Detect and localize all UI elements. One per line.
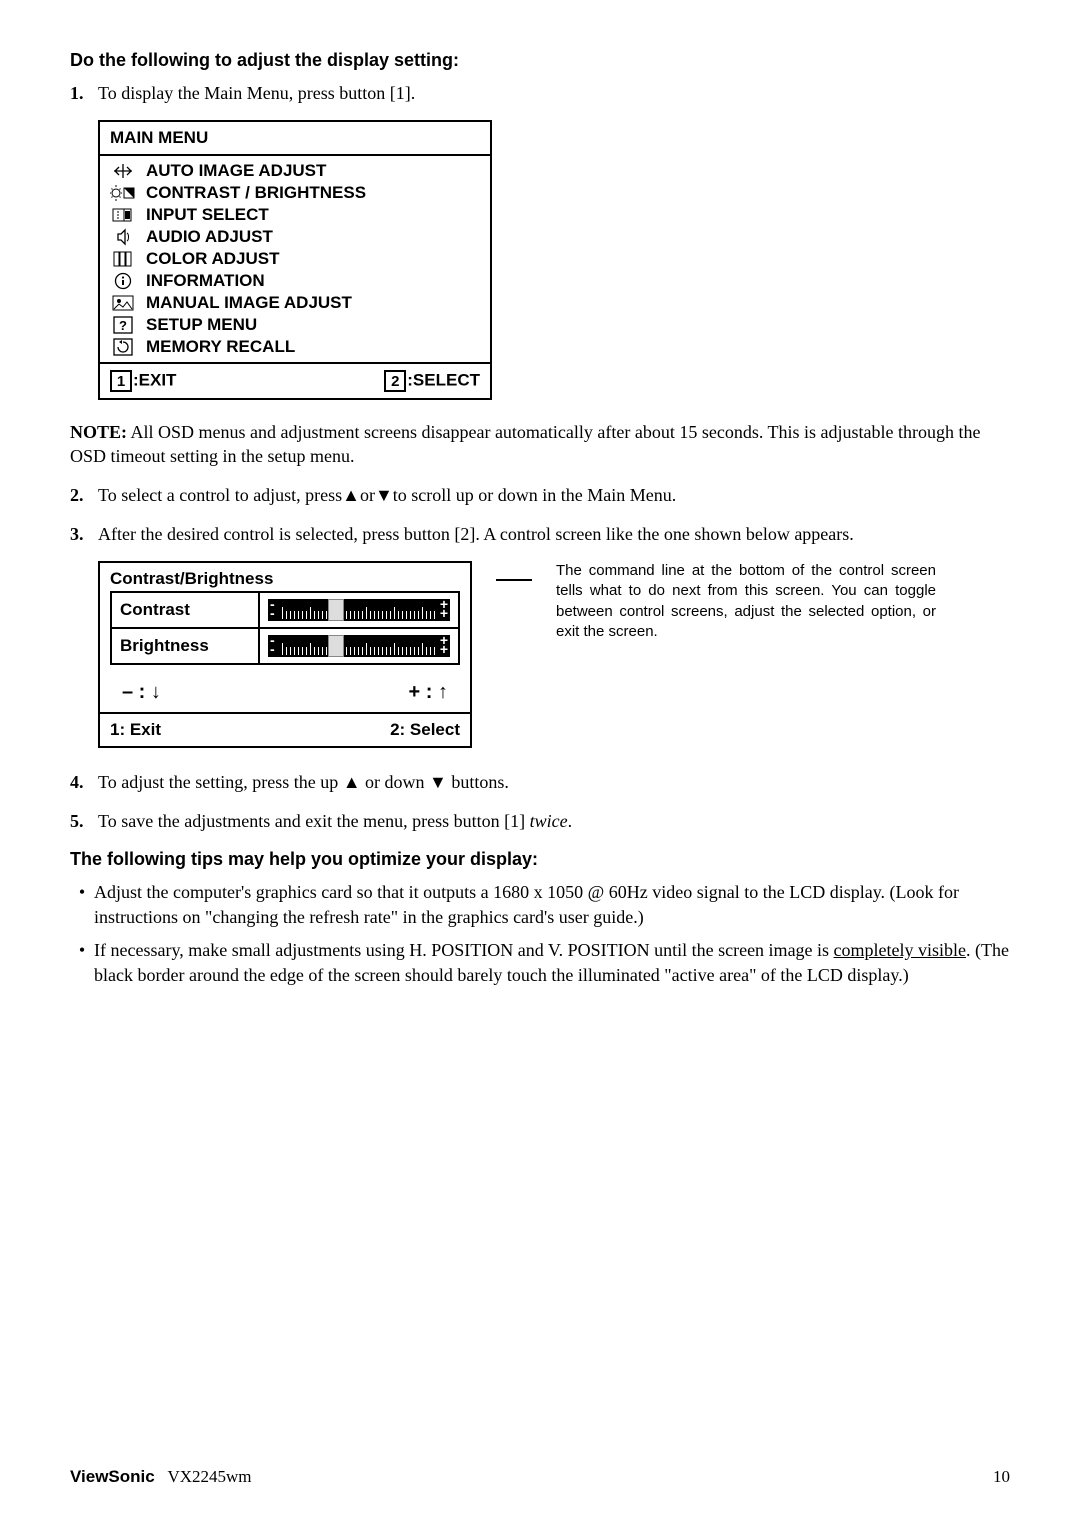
step-number: 1. [70, 81, 98, 106]
callout-leader-line [496, 579, 532, 581]
tip-text: If necessary, make small adjustments usi… [94, 938, 1010, 988]
footer-exit: 1: Exit [110, 720, 161, 740]
memory-recall-icon [110, 337, 136, 357]
bullet-icon: • [70, 938, 94, 988]
svg-text:?: ? [119, 318, 127, 333]
main-menu-footer: 1:EXIT 2:SELECT [100, 362, 490, 398]
information-icon [110, 271, 136, 291]
tip-item: • If necessary, make small adjustments u… [70, 938, 1010, 988]
menu-item-label: MANUAL IMAGE ADJUST [146, 293, 352, 313]
increase-hint: + : ↑ [409, 681, 448, 704]
step-text: After the desired control is selected, p… [98, 522, 1010, 547]
step-number: 2. [70, 483, 98, 508]
control-panel-title: Contrast/Brightness [100, 563, 470, 591]
decrease-hint: – : ↓ [122, 681, 161, 704]
auto-image-adjust-icon [110, 161, 136, 181]
menu-item-manual-image-adjust: MANUAL IMAGE ADJUST [110, 292, 480, 314]
menu-item-contrast-brightness: CONTRAST / BRIGHTNESS [110, 182, 480, 204]
note-text: All OSD menus and adjustment screens dis… [70, 422, 981, 466]
step-3: 3. After the desired control is selected… [70, 522, 1010, 547]
menu-item-setup-menu: ? SETUP MENU [110, 314, 480, 336]
tip-text: Adjust the computer's graphics card so t… [94, 880, 1010, 930]
control-panel: Contrast/Brightness Contrast -- ++ [98, 561, 472, 748]
brightness-slider: -- ++ [259, 628, 459, 664]
contrast-label: Contrast [111, 592, 259, 628]
step-1: 1. To display the Main Menu, press butto… [70, 81, 1010, 106]
input-select-icon [110, 205, 136, 225]
note-paragraph: NOTE: All OSD menus and adjustment scree… [70, 420, 1010, 469]
footer-model: VX2245wm [167, 1467, 251, 1486]
menu-item-label: COLOR ADJUST [146, 249, 280, 269]
menu-item-label: SETUP MENU [146, 315, 257, 335]
step-number: 4. [70, 770, 98, 795]
brightness-label: Brightness [111, 628, 259, 664]
menu-item-label: INPUT SELECT [146, 205, 269, 225]
control-panel-footer: 1: Exit 2: Select [100, 712, 470, 746]
menu-item-information: INFORMATION [110, 270, 480, 292]
contrast-brightness-icon [110, 183, 136, 203]
key-2-icon: 2 [384, 370, 406, 392]
color-adjust-icon [110, 249, 136, 269]
step-text: To select a control to adjust, press▲or▼… [98, 483, 1010, 508]
contrast-slider: -- ++ [259, 592, 459, 628]
footer-brand: ViewSonic [70, 1467, 155, 1486]
select-label: :SELECT [407, 371, 480, 390]
audio-adjust-icon [110, 227, 136, 247]
step-4: 4. To adjust the setting, press the up ▲… [70, 770, 1010, 795]
step-text: To adjust the setting, press the up ▲ or… [98, 770, 1010, 795]
menu-item-auto-image-adjust: AUTO IMAGE ADJUST [110, 160, 480, 182]
main-menu-title: MAIN MENU [100, 122, 490, 156]
step-text: To display the Main Menu, press button [… [98, 81, 1010, 106]
step-2: 2. To select a control to adjust, press▲… [70, 483, 1010, 508]
menu-item-label: AUTO IMAGE ADJUST [146, 161, 326, 181]
menu-item-label: MEMORY RECALL [146, 337, 295, 357]
section-heading: The following tips may help you optimize… [70, 849, 1010, 870]
menu-item-input-select: INPUT SELECT [110, 204, 480, 226]
footer-select: 2: Select [390, 720, 460, 740]
step-text: To save the adjustments and exit the men… [98, 809, 1010, 834]
menu-item-color-adjust: COLOR ADJUST [110, 248, 480, 270]
step-number: 3. [70, 522, 98, 547]
page-footer: ViewSonic VX2245wm 10 [70, 1467, 1010, 1487]
section-heading: Do the following to adjust the display s… [70, 50, 1010, 71]
main-menu-panel: MAIN MENU AUTO IMAGE ADJUST CONTRAST / B… [98, 120, 492, 400]
key-1-icon: 1 [110, 370, 132, 392]
bullet-icon: • [70, 880, 94, 930]
up-arrow-icon: ↑ [438, 681, 448, 703]
tip-item: • Adjust the computer's graphics card so… [70, 880, 1010, 930]
menu-item-audio-adjust: AUDIO ADJUST [110, 226, 480, 248]
step-5: 5. To save the adjustments and exit the … [70, 809, 1010, 834]
menu-item-label: CONTRAST / BRIGHTNESS [146, 183, 366, 203]
manual-image-adjust-icon [110, 293, 136, 313]
menu-item-memory-recall: MEMORY RECALL [110, 336, 480, 358]
note-label: NOTE: [70, 422, 127, 442]
page-number: 10 [993, 1467, 1010, 1487]
setup-menu-icon: ? [110, 315, 136, 335]
callout-text: The command line at the bottom of the co… [556, 561, 936, 642]
down-arrow-icon: ↓ [151, 681, 161, 703]
menu-item-label: AUDIO ADJUST [146, 227, 273, 247]
exit-label: :EXIT [133, 371, 176, 390]
menu-item-label: INFORMATION [146, 271, 265, 291]
step-number: 5. [70, 809, 98, 834]
